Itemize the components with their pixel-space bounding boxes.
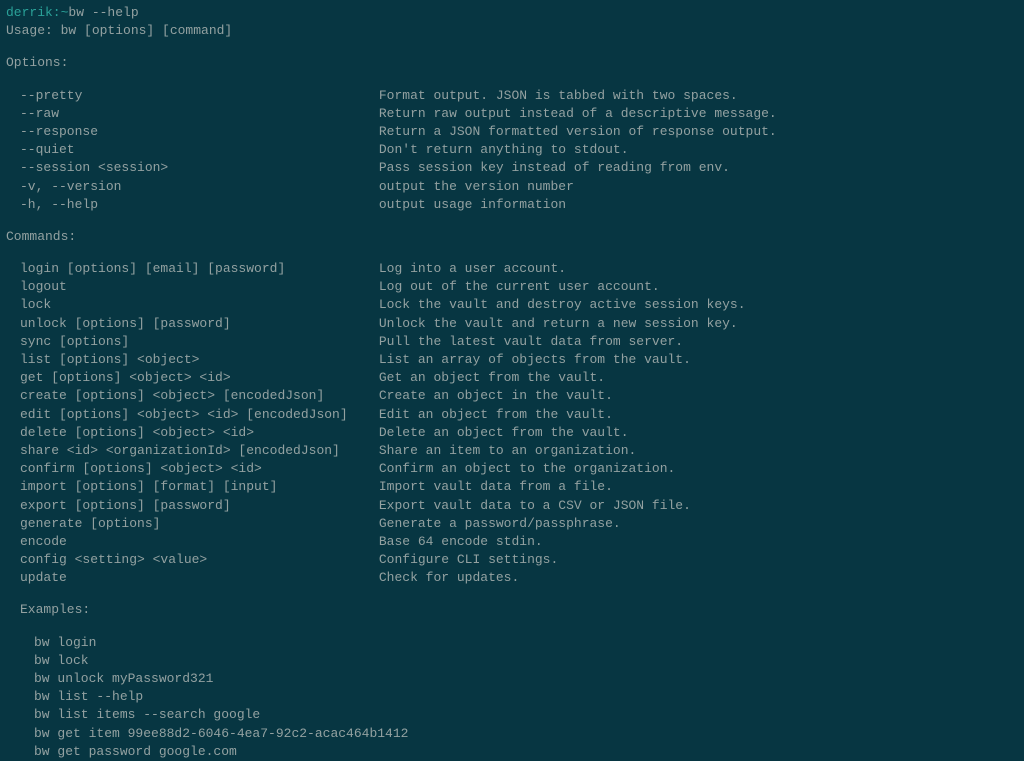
option-row: --session <session> Pass session key ins… — [6, 159, 1018, 177]
option-desc: Return raw output instead of a descripti… — [379, 106, 777, 121]
command-desc: Base 64 encode stdin. — [379, 534, 543, 549]
examples-block: bw loginbw lockbw unlock myPassword321bw… — [6, 634, 1018, 761]
command-desc: Pull the latest vault data from server. — [379, 334, 683, 349]
example-line: bw list items --search google — [6, 706, 1018, 724]
command-desc: Export vault data to a CSV or JSON file. — [379, 498, 691, 513]
options-block: --pretty Format output. JSON is tabbed w… — [6, 87, 1018, 214]
command-name: update — [20, 570, 379, 585]
command-desc: Share an item to an organization. — [379, 443, 636, 458]
prompt-line[interactable]: derrik:~ bw --help — [6, 4, 1018, 22]
command-row: export [options] [password] Export vault… — [6, 497, 1018, 515]
command-name: generate [options] — [20, 516, 379, 531]
examples-header: Examples: — [6, 601, 1018, 619]
command-row: lock Lock the vault and destroy active s… — [6, 296, 1018, 314]
command-name: list [options] <object> — [20, 352, 379, 367]
option-flag: --raw — [20, 106, 379, 121]
command-name: export [options] [password] — [20, 498, 379, 513]
command-name: get [options] <object> <id> — [20, 370, 379, 385]
command-name: delete [options] <object> <id> — [20, 425, 379, 440]
command-desc: Configure CLI settings. — [379, 552, 558, 567]
command-name: config <setting> <value> — [20, 552, 379, 567]
command-name: logout — [20, 279, 379, 294]
example-line: bw unlock myPassword321 — [6, 670, 1018, 688]
command-desc: Generate a password/passphrase. — [379, 516, 621, 531]
example-line: bw get item 99ee88d2-6046-4ea7-92c2-acac… — [6, 725, 1018, 743]
command-row: create [options] <object> [encodedJson] … — [6, 387, 1018, 405]
command-row: config <setting> <value> Configure CLI s… — [6, 551, 1018, 569]
option-row: --response Return a JSON formatted versi… — [6, 123, 1018, 141]
command-row: delete [options] <object> <id> Delete an… — [6, 424, 1018, 442]
command-desc: Log into a user account. — [379, 261, 566, 276]
command-name: confirm [options] <object> <id> — [20, 461, 379, 476]
command-name: create [options] <object> [encodedJson] — [20, 388, 379, 403]
prompt-command: bw --help — [68, 4, 138, 22]
command-desc: Log out of the current user account. — [379, 279, 660, 294]
command-desc: Get an object from the vault. — [379, 370, 605, 385]
command-desc: Confirm an object to the organization. — [379, 461, 675, 476]
option-desc: Return a JSON formatted version of respo… — [379, 124, 777, 139]
command-desc: Create an object in the vault. — [379, 388, 613, 403]
usage-line: Usage: bw [options] [command] — [6, 22, 1018, 40]
command-row: list [options] <object> List an array of… — [6, 351, 1018, 369]
command-desc: Unlock the vault and return a new sessio… — [379, 316, 738, 331]
option-row: -v, --version output the version number — [6, 178, 1018, 196]
command-row: logout Log out of the current user accou… — [6, 278, 1018, 296]
command-name: sync [options] — [20, 334, 379, 349]
option-desc: output the version number — [379, 179, 574, 194]
example-line: bw lock — [6, 652, 1018, 670]
command-name: import [options] [format] [input] — [20, 479, 379, 494]
option-row: --raw Return raw output instead of a des… — [6, 105, 1018, 123]
option-desc: Don't return anything to stdout. — [379, 142, 629, 157]
command-name: encode — [20, 534, 379, 549]
option-flag: -h, --help — [20, 197, 379, 212]
command-desc: Import vault data from a file. — [379, 479, 613, 494]
option-row: --pretty Format output. JSON is tabbed w… — [6, 87, 1018, 105]
command-name: lock — [20, 297, 379, 312]
options-header: Options: — [6, 54, 1018, 72]
command-name: unlock [options] [password] — [20, 316, 379, 331]
option-row: --quiet Don't return anything to stdout. — [6, 141, 1018, 159]
option-flag: --session <session> — [20, 160, 379, 175]
command-row: encode Base 64 encode stdin. — [6, 533, 1018, 551]
command-row: sync [options] Pull the latest vault dat… — [6, 333, 1018, 351]
option-desc: Pass session key instead of reading from… — [379, 160, 730, 175]
command-desc: Lock the vault and destroy active sessio… — [379, 297, 746, 312]
option-desc: output usage information — [379, 197, 566, 212]
command-row: confirm [options] <object> <id> Confirm … — [6, 460, 1018, 478]
option-flag: --response — [20, 124, 379, 139]
command-desc: Edit an object from the vault. — [379, 407, 613, 422]
command-row: generate [options] Generate a password/p… — [6, 515, 1018, 533]
option-desc: Format output. JSON is tabbed with two s… — [379, 88, 738, 103]
command-row: share <id> <organizationId> [encodedJson… — [6, 442, 1018, 460]
commands-header: Commands: — [6, 228, 1018, 246]
example-line: bw list --help — [6, 688, 1018, 706]
command-desc: Check for updates. — [379, 570, 519, 585]
option-row: -h, --help output usage information — [6, 196, 1018, 214]
command-row: unlock [options] [password] Unlock the v… — [6, 315, 1018, 333]
option-flag: -v, --version — [20, 179, 379, 194]
commands-block: login [options] [email] [password] Log i… — [6, 260, 1018, 587]
prompt-user: derrik:~ — [6, 4, 68, 22]
example-line: bw login — [6, 634, 1018, 652]
command-name: login [options] [email] [password] — [20, 261, 379, 276]
command-row: login [options] [email] [password] Log i… — [6, 260, 1018, 278]
command-desc: Delete an object from the vault. — [379, 425, 629, 440]
command-row: update Check for updates. — [6, 569, 1018, 587]
command-row: get [options] <object> <id> Get an objec… — [6, 369, 1018, 387]
option-flag: --quiet — [20, 142, 379, 157]
command-row: edit [options] <object> <id> [encodedJso… — [6, 406, 1018, 424]
command-name: edit [options] <object> <id> [encodedJso… — [20, 407, 379, 422]
command-row: import [options] [format] [input] Import… — [6, 478, 1018, 496]
command-desc: List an array of objects from the vault. — [379, 352, 691, 367]
command-name: share <id> <organizationId> [encodedJson… — [20, 443, 379, 458]
option-flag: --pretty — [20, 88, 379, 103]
example-line: bw get password google.com — [6, 743, 1018, 761]
